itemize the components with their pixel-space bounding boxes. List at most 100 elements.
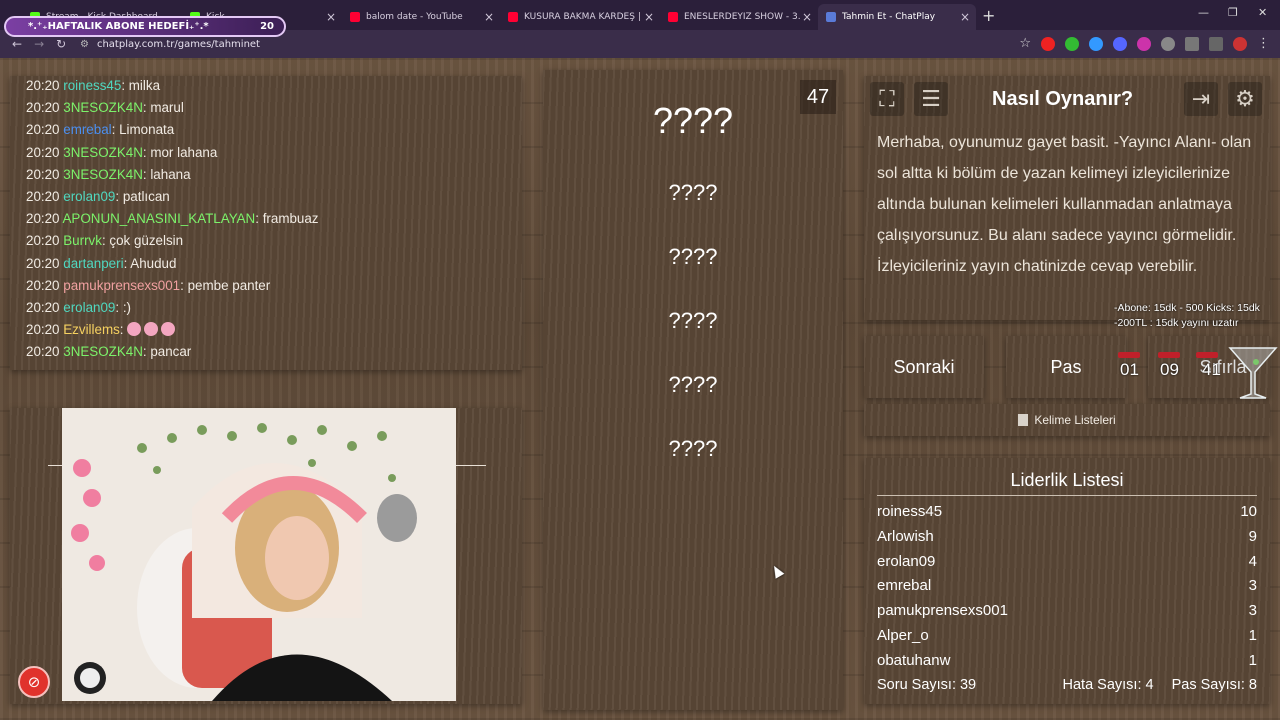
extension-blue-icon[interactable]	[1089, 36, 1103, 51]
note-line: -200TL : 15dk yayını uzatır	[1114, 317, 1239, 329]
site-info-icon[interactable]: ⚙	[80, 39, 89, 50]
chat-text: milka	[128, 78, 161, 93]
chat-username[interactable]: emrebal	[63, 122, 111, 137]
chat-username[interactable]: roiness45	[63, 78, 121, 93]
chat-username[interactable]: Burrvk	[63, 233, 102, 248]
notes-icon[interactable]: ☰	[914, 82, 948, 116]
new-tab-button[interactable]: +	[982, 6, 995, 25]
stream-extension-note: -Abone: 15dk - 500 Kicks: 15dk -200TL : …	[1114, 301, 1260, 331]
how-to-play-title: Nasıl Oynanır?	[992, 88, 1134, 110]
pass-label: Pas	[1050, 356, 1082, 377]
chat-username[interactable]: Ezvillems	[63, 322, 120, 337]
extensions-puzzle-icon[interactable]	[1185, 36, 1199, 51]
tab-youtube-eneslerdeyiz[interactable]: ENESLERDEYİZ SHOW - 3. BÖLÜ ×	[660, 4, 818, 30]
word-lists-button[interactable]: Kelime Listeleri	[864, 404, 1270, 436]
close-icon[interactable]: ×	[326, 10, 336, 24]
chat-time: 20:20	[26, 144, 60, 160]
chat-username[interactable]: 3NESOZK4N	[63, 145, 143, 160]
expand-icon[interactable]: ⛶	[870, 82, 904, 116]
player-name: erolan09	[877, 552, 936, 570]
chat-username[interactable]: 3NESOZK4N	[63, 344, 143, 359]
chat-username[interactable]: pamukprensexs001	[63, 278, 180, 293]
tab-label: Tahmin Et - ChatPlay	[842, 12, 936, 22]
extension-translate-icon[interactable]	[1113, 36, 1127, 51]
exit-icon[interactable]: ⇥	[1184, 82, 1218, 116]
chat-time: 20:20	[26, 78, 60, 93]
chat-text: patlıcan	[122, 188, 170, 204]
counter-value: 09	[1160, 360, 1179, 379]
webcam-image	[62, 408, 456, 701]
back-icon[interactable]: ←	[12, 37, 22, 51]
close-icon[interactable]: ×	[484, 10, 494, 24]
extension-shield-icon[interactable]	[1065, 36, 1079, 51]
chat-username[interactable]: erolan09	[63, 300, 115, 315]
url-text: chatplay.com.tr/games/tahminet	[96, 38, 260, 50]
chat-message: 20:20 APONUN_ANASINI_KATLAYAN: frambuaz	[10, 211, 522, 233]
chat-username[interactable]: 3NESOZK4N	[63, 100, 143, 115]
question-count-label: Soru Sayısı:	[877, 677, 956, 693]
profile-avatar-icon[interactable]	[1233, 36, 1247, 51]
minimize-icon[interactable]: —	[1198, 6, 1209, 19]
leaderboard-title: Liderlik Listesi	[1010, 470, 1124, 490]
player-score: 10	[1240, 503, 1257, 520]
record-icon[interactable]: ⊘	[18, 666, 50, 698]
tab-chatplay[interactable]: Tahmin Et - ChatPlay ×	[818, 4, 976, 30]
chat-username[interactable]: APONUN_ANASINI_KATLAYAN	[63, 211, 256, 226]
maximize-icon[interactable]: ❐	[1228, 6, 1238, 19]
bookmark-star-icon[interactable]: ☆	[1019, 36, 1031, 51]
menu-dots-icon[interactable]: ⋮	[1257, 36, 1270, 51]
leaderboard-list[interactable]: roiness45 10 Arlowish 9 erolan09 4 emrebal 3 pam…	[877, 503, 1257, 667]
counter-value: 01	[1120, 360, 1139, 379]
player-name: obatuhanw	[877, 651, 951, 667]
gear-icon[interactable]: ⚙	[1228, 82, 1262, 116]
chat-separator: :	[119, 322, 128, 338]
leaderboard-row: roiness45 10	[877, 503, 1257, 528]
next-label: Sonraki	[893, 356, 955, 377]
extension-screen-icon[interactable]	[1161, 36, 1175, 51]
emote-icon	[127, 322, 142, 337]
next-button[interactable]: Sonraki	[864, 336, 984, 398]
chat-text: :)	[122, 299, 132, 315]
chat-text: marul	[150, 100, 184, 116]
chat-time: 20:20	[26, 299, 60, 315]
chat-username[interactable]: 3NESOZK4N	[63, 167, 143, 182]
chat-time: 20:20	[26, 277, 60, 293]
tab-youtube-balom[interactable]: balom date - YouTube ×	[342, 4, 500, 30]
close-icon[interactable]: ×	[960, 10, 970, 24]
chat-message: 20:20 Ezvillems:	[10, 322, 522, 344]
window-close-icon[interactable]: ✕	[1258, 6, 1267, 19]
chat-message: 20:20 3NESOZK4N: marul	[10, 100, 522, 122]
chat-separator: :	[180, 277, 188, 293]
chat-message: 20:20 erolan09: :)	[10, 300, 522, 322]
extension-icons: ☆ ⋮	[1019, 36, 1270, 51]
reload-icon[interactable]: ↻	[56, 37, 66, 51]
url-field[interactable]: ⚙ chatplay.com.tr/games/tahminet	[80, 34, 1020, 54]
extension-red-icon[interactable]	[1041, 36, 1055, 51]
forward-icon[interactable]: →	[34, 37, 44, 51]
extension-pink-icon[interactable]	[1137, 36, 1151, 51]
leaderboard-row: pamukprensexs001 3	[877, 602, 1257, 627]
player-name: Arlowish	[877, 527, 934, 545]
player-name: pamukprensexs001	[877, 602, 1008, 620]
tab-youtube-kusura[interactable]: KUSURA BAKMA KARDEŞ | Mad ×	[500, 4, 660, 30]
chat-separator: :	[115, 299, 123, 315]
close-icon[interactable]: ×	[802, 10, 812, 24]
reading-list-icon[interactable]	[1209, 36, 1223, 51]
chat-message: 20:20 erolan09: patlıcan	[10, 189, 522, 211]
chat-time: 20:20	[26, 166, 60, 182]
chat-time: 20:20	[26, 255, 60, 271]
chat-username[interactable]: erolan09	[63, 189, 115, 204]
chat-time: 20:20	[26, 100, 60, 116]
chat-text: Limonata	[119, 122, 175, 138]
player-score: 4	[1248, 552, 1257, 570]
how-to-play-text: Merhaba, oyunumuz gayet basit. -Yayıncı …	[877, 134, 1252, 275]
banner-label: *.⁺₊HAFTALIK ABONE HEDEFİ₊⁺.*	[28, 21, 209, 32]
leaderboard-row: Alper_o 1	[877, 627, 1257, 652]
leaderboard-row: Arlowish 9	[877, 528, 1257, 553]
close-icon[interactable]: ×	[644, 10, 654, 24]
chat-username[interactable]: dartanperi	[63, 256, 123, 271]
chat-message: 20:20 3NESOZK4N: pancar	[10, 344, 522, 366]
pass-button[interactable]: Pas	[1006, 336, 1126, 398]
player-name: roiness45	[877, 503, 943, 520]
counter-tag	[1158, 352, 1180, 358]
